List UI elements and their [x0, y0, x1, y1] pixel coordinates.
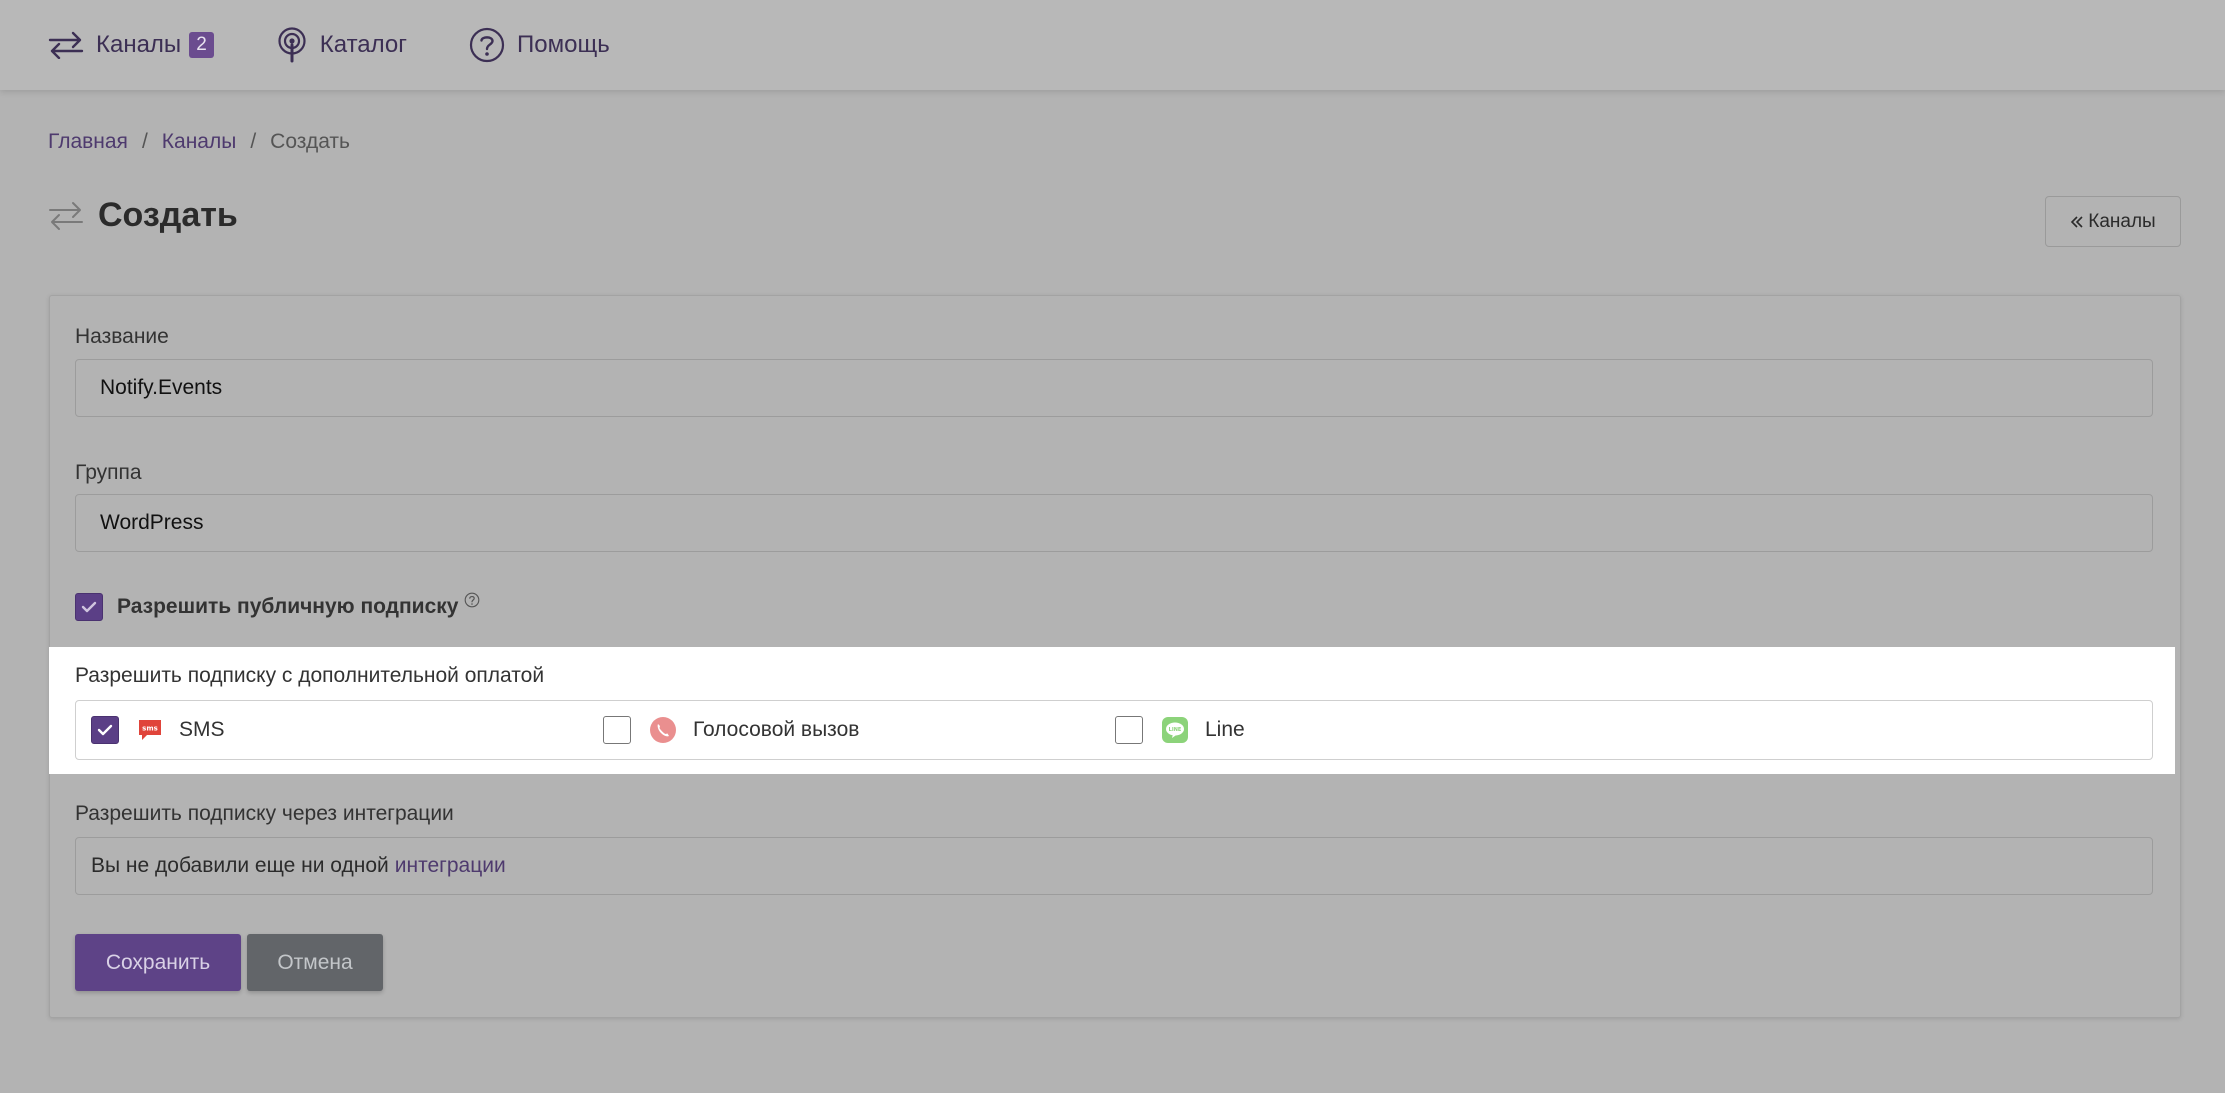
question-circle-icon	[469, 27, 505, 63]
podcast-icon	[278, 27, 306, 63]
integrations-link[interactable]: интеграции	[395, 854, 506, 878]
arrows-exchange-icon	[49, 201, 83, 230]
name-label: Название	[75, 325, 169, 348]
public-subscription-checkbox[interactable]	[75, 593, 103, 621]
back-to-channels-button[interactable]: Каналы	[2045, 196, 2181, 247]
checkmark-icon	[81, 601, 97, 613]
breadcrumb-channels[interactable]: Каналы	[162, 130, 237, 154]
page-header: Создать	[48, 196, 238, 235]
svg-text:sms: sms	[142, 725, 158, 733]
paid-subscription-label: Разрешить подписку с дополнительной опла…	[75, 664, 545, 687]
nav-item-channels[interactable]: Каналы 2	[48, 31, 214, 59]
integrations-text: Вы не добавили еще ни одной	[91, 854, 389, 877]
page-title: Создать	[98, 196, 238, 234]
nav-item-catalog-label: Каталог	[319, 31, 408, 58]
public-subscription-row: Разрешить публичную подписку	[75, 592, 480, 621]
nav-item-help-label: Помощь	[517, 31, 610, 58]
group-input-value: WordPress	[100, 511, 204, 534]
paid-option-line[interactable]: LINE Line	[1115, 716, 1245, 744]
top-navbar: Каналы 2 Каталог Помощь	[0, 0, 2225, 90]
voice-call-label: Голосовой вызов	[693, 718, 860, 741]
phone-call-icon	[649, 716, 677, 744]
sms-label: SMS	[179, 718, 225, 741]
nav-item-channels-label: Каналы	[96, 31, 182, 58]
sms-icon: sms	[137, 717, 163, 743]
arrows-exchange-icon	[48, 31, 84, 59]
channels-count-badge: 2	[189, 32, 214, 58]
paid-subscription-section: Разрешить подписку с дополнительной опла…	[49, 647, 2175, 774]
sms-checkbox[interactable]	[91, 716, 119, 744]
integrations-label: Разрешить подписку через интеграции	[75, 802, 454, 825]
group-label: Группа	[75, 461, 142, 484]
line-checkbox[interactable]	[1115, 716, 1143, 744]
voice-call-checkbox[interactable]	[603, 716, 631, 744]
paid-options-box: sms SMS Голосовой вызов LINE Line	[75, 700, 2153, 760]
line-messenger-icon: LINE	[1161, 716, 1189, 744]
integrations-box: Вы не добавили еще ни одной интеграции	[75, 837, 2153, 895]
back-button-label: Каналы	[2088, 210, 2156, 232]
checkmark-icon	[97, 724, 113, 736]
breadcrumb-separator: /	[250, 130, 257, 153]
paid-option-voice-call[interactable]: Голосовой вызов	[603, 716, 859, 744]
double-chevron-left-icon	[2071, 215, 2083, 228]
paid-option-sms[interactable]: sms SMS	[91, 716, 225, 744]
breadcrumb-separator: /	[141, 130, 148, 153]
group-input[interactable]: WordPress	[75, 494, 2153, 552]
breadcrumb-current: Создать	[270, 130, 350, 153]
cancel-button[interactable]: Отмена	[247, 934, 383, 991]
save-button[interactable]: Сохранить	[75, 934, 241, 991]
breadcrumb-home[interactable]: Главная	[48, 130, 128, 154]
help-tooltip-icon[interactable]	[464, 592, 480, 608]
name-input-value: Notify.Events	[100, 376, 223, 399]
line-label: Line	[1205, 718, 1245, 741]
nav-item-catalog[interactable]: Каталог	[276, 27, 407, 63]
public-subscription-label: Разрешить публичную подписку	[117, 595, 459, 618]
breadcrumb: Главная / Каналы / Создать	[48, 130, 350, 154]
svg-text:LINE: LINE	[1169, 727, 1182, 733]
name-input[interactable]: Notify.Events	[75, 359, 2153, 417]
nav-item-help[interactable]: Помощь	[469, 27, 610, 63]
